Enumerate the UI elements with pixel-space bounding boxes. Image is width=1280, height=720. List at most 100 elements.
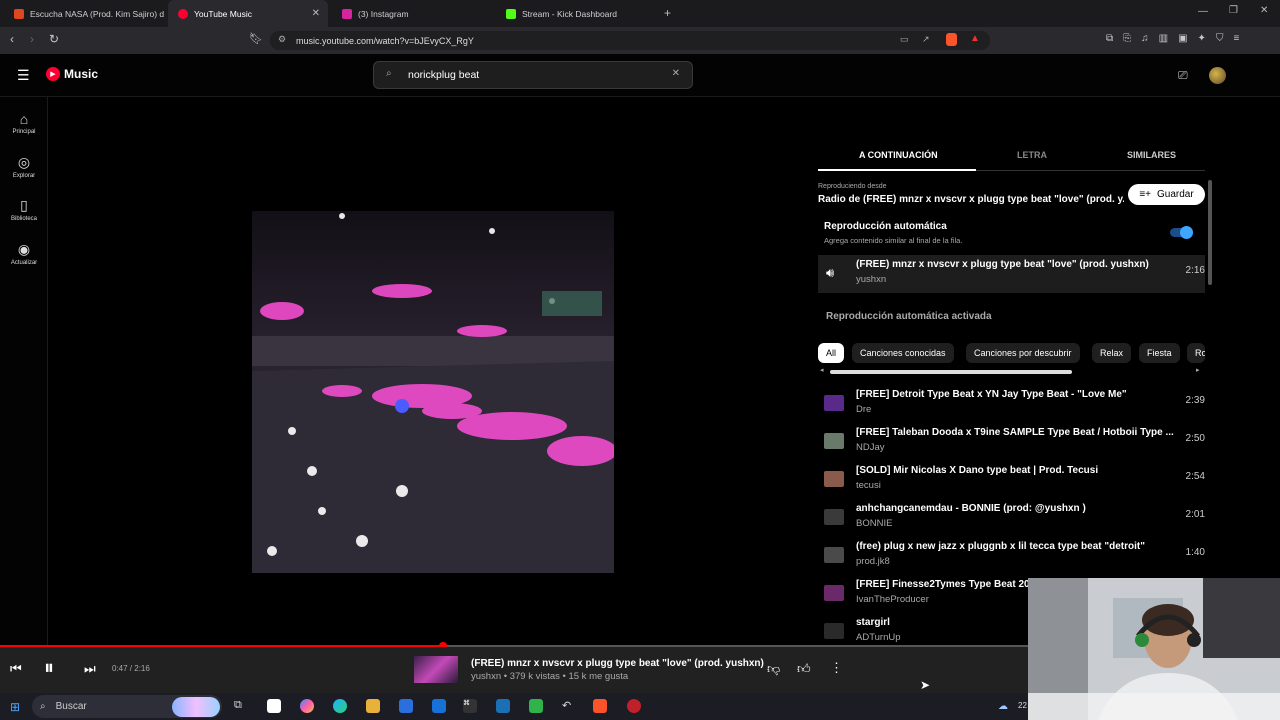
back-icon[interactable]: ‹: [10, 32, 14, 46]
sidebar-item-actualizar[interactable]: ◉ Actualizar: [0, 241, 48, 266]
windows-start-icon[interactable]: ⊞: [10, 700, 20, 714]
url-text: music.youtube.com/watch?v=bJEvyCX_RgY: [296, 35, 474, 46]
chip-relax[interactable]: Relax: [1092, 343, 1132, 363]
current-track-row[interactable]: 🔊︎ (FREE) mnzr x nvscvr x plugg type bea…: [818, 255, 1205, 293]
url-field[interactable]: ⚙ music.youtube.com/watch?v=bJEvyCX_RgY …: [270, 31, 990, 50]
app-icon[interactable]: ⌘: [463, 699, 477, 713]
site-info-icon[interactable]: ⚙: [278, 34, 286, 45]
edge-icon[interactable]: [333, 699, 347, 713]
chip-discover[interactable]: Canciones por descubrir: [966, 343, 1080, 363]
taskbar-search[interactable]: ⌕ Buscar: [32, 695, 222, 718]
tab-label: Escucha NASA (Prod. Kim Sajiro) de: [30, 8, 164, 19]
pause-icon[interactable]: ⏸︎: [44, 657, 54, 680]
hamburger-menu-icon[interactable]: ☰: [17, 67, 30, 84]
menu-icon[interactable]: ≡: [1233, 33, 1239, 44]
video-player[interactable]: [252, 211, 614, 573]
queue-item-artist: Dre: [856, 404, 872, 415]
browser-tab[interactable]: (3) Instagram: [332, 0, 492, 27]
chips-scroll-left-icon[interactable]: ◂: [820, 366, 824, 374]
cast-tab-icon[interactable]: ▭: [900, 34, 909, 45]
playing-from-title: Radio de (FREE) mnzr x nvscvr x plugg ty…: [818, 194, 1124, 205]
tab-lyrics[interactable]: LETRA: [1017, 150, 1047, 160]
tab-up-next[interactable]: A CONTINUACIÓN: [859, 150, 938, 160]
autoplay-active-label: Reproducción automática activada: [826, 311, 992, 322]
search-icon: ⌕: [386, 68, 392, 79]
outlook-icon[interactable]: [432, 699, 446, 713]
player-thumbnail[interactable]: [414, 656, 458, 683]
wallet-icon[interactable]: ▣: [1178, 33, 1187, 44]
tab-favicon-icon: [178, 8, 188, 19]
minimize-icon[interactable]: —: [1198, 6, 1208, 17]
chip-party[interactable]: Fiesta: [1139, 343, 1180, 363]
restore-icon[interactable]: ❐: [1229, 5, 1238, 16]
home-icon: ⌂: [19, 111, 29, 127]
sidebar-item-biblioteca[interactable]: ▯ Biblioteca: [0, 197, 48, 222]
previous-icon[interactable]: ⏮︎: [10, 661, 22, 677]
spreadsheet-icon[interactable]: [529, 699, 543, 713]
queue-item-artist: prod.jk8: [856, 556, 890, 567]
panel-scrollbar[interactable]: [1208, 180, 1212, 285]
chip-more[interactable]: Ro: [1187, 343, 1205, 363]
brave-taskbar-icon[interactable]: [593, 699, 607, 713]
autoplay-toggle[interactable]: [1170, 226, 1193, 239]
media-icon[interactable]: ♫: [1141, 33, 1149, 44]
like-icon[interactable]: 👍︎: [797, 661, 811, 677]
next-icon[interactable]: ⏭︎: [84, 661, 96, 677]
screenshot-icon[interactable]: ⎘: [1123, 33, 1131, 44]
browser-tab[interactable]: Escucha NASA (Prod. Kim Sajiro) de: [4, 0, 164, 27]
task-view-icon[interactable]: ⧉: [234, 699, 248, 713]
brave-shields-icon[interactable]: [946, 33, 957, 46]
brave-rewards-icon[interactable]: ▲: [970, 33, 980, 44]
forward-icon[interactable]: ›: [30, 32, 34, 46]
more-options-icon[interactable]: ⋮: [830, 660, 843, 676]
vpn-icon[interactable]: ⛉: [1216, 33, 1224, 44]
chip-known-songs[interactable]: Canciones conocidas: [852, 343, 954, 363]
queue-item[interactable]: (free) plug x new jazz x pluggnb x lil t…: [818, 537, 1205, 575]
file-explorer-icon[interactable]: [366, 699, 380, 713]
queue-item-artist: tecusi: [856, 480, 881, 491]
chips-scrollbar[interactable]: [830, 370, 1072, 374]
save-button[interactable]: ≡+ Guardar: [1128, 184, 1205, 205]
store-icon[interactable]: [399, 699, 413, 713]
search-input[interactable]: ⌕ norickplug beat ✕: [373, 61, 693, 89]
queue-item-duration: 2:50: [1185, 433, 1205, 444]
sidebar-item-principal[interactable]: ⌂ Principal: [0, 111, 48, 135]
recording-app-icon[interactable]: [627, 699, 641, 713]
sidebar-toggle-icon[interactable]: ▥: [1159, 33, 1168, 44]
webcam-feed: [1028, 578, 1280, 720]
chip-all[interactable]: All: [818, 343, 845, 363]
close-tab-icon[interactable]: ✕: [312, 8, 320, 19]
browser-tab[interactable]: Stream - Kick Dashboard: [496, 0, 656, 27]
dislike-icon[interactable]: 👎︎: [767, 661, 780, 677]
tab-label: (3) Instagram: [358, 8, 409, 19]
playing-from-label: Reproduciendo desde: [818, 183, 887, 190]
reload-icon[interactable]: ↻: [49, 32, 59, 46]
queue-item-title: [FREE] Taleban Dooda x T9ine SAMPLE Type…: [856, 427, 1174, 438]
close-window-icon[interactable]: ✕: [1260, 5, 1268, 16]
queue-item[interactable]: [FREE] Taleban Dooda x T9ine SAMPLE Type…: [818, 423, 1205, 461]
queue-thumbnail: [824, 509, 844, 525]
sidebar-item-explorar[interactable]: ◎ Explorar: [0, 154, 48, 179]
taskbar-search-icon: ⌕: [40, 701, 46, 712]
leo-icon[interactable]: ✦: [1198, 33, 1206, 44]
share-icon[interactable]: ↗: [922, 34, 930, 45]
avatar[interactable]: [1209, 67, 1226, 84]
steam-icon[interactable]: [496, 699, 510, 713]
queue-item[interactable]: anhchangcanemdau - BONNIE (prod: @yushxn…: [818, 499, 1205, 537]
capcut-icon[interactable]: ↶: [562, 699, 576, 713]
clear-search-icon[interactable]: ✕: [672, 68, 680, 79]
notepad-icon[interactable]: [267, 699, 281, 713]
cast-icon[interactable]: ⎚: [1178, 68, 1188, 83]
queue-item[interactable]: [SOLD] Mir Nicolas X Dano type beat | Pr…: [818, 461, 1205, 499]
player-track-subtitle: yushxn • 379 k vistas • 15 k me gusta: [471, 671, 629, 682]
chips-scroll-right-icon[interactable]: ▸: [1196, 366, 1200, 374]
browser-tab-active[interactable]: YouTube Music ✕: [168, 0, 328, 27]
tab-related[interactable]: SIMILARES: [1127, 150, 1176, 160]
app-logo[interactable]: ▶ Music: [46, 67, 98, 81]
browser-tab-bar: Escucha NASA (Prod. Kim Sajiro) de YouTu…: [0, 0, 1280, 27]
bookmark-icon[interactable]: 🔖︎: [249, 32, 263, 45]
extension-icon[interactable]: ⧉: [1106, 33, 1113, 44]
queue-item[interactable]: [FREE] Detroit Type Beat x YN Jay Type B…: [818, 385, 1205, 423]
new-tab-icon[interactable]: +: [664, 6, 671, 20]
copilot-icon[interactable]: [300, 699, 314, 713]
